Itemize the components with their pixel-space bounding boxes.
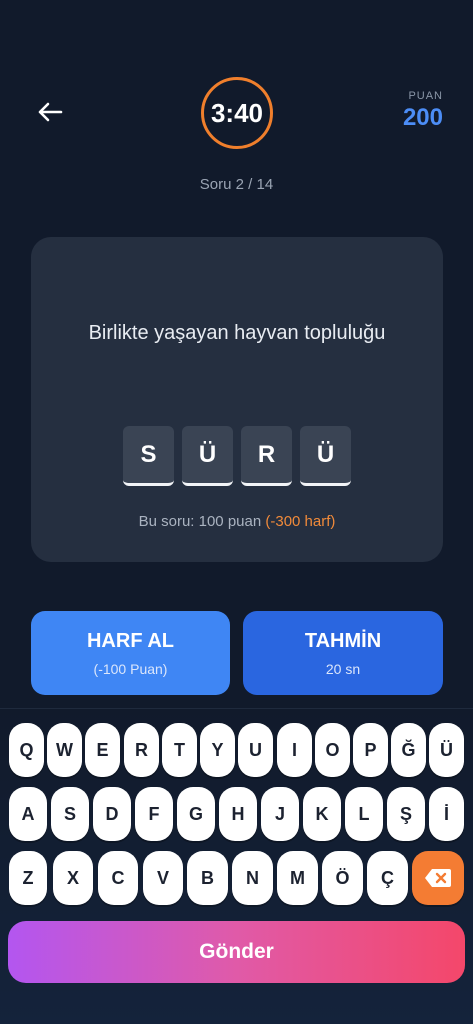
key-x[interactable]: X <box>53 851 93 905</box>
score-value: 200 <box>402 104 443 131</box>
key-t[interactable]: T <box>162 723 197 777</box>
question-card: Birlikte yaşayan hayvan topluluğu S Ü R … <box>31 237 443 562</box>
key-d[interactable]: D <box>93 787 131 841</box>
key-u[interactable]: U <box>238 723 273 777</box>
backspace-key[interactable] <box>412 851 464 905</box>
key-q[interactable]: Q <box>9 723 44 777</box>
key-w[interactable]: W <box>47 723 82 777</box>
penalty-text: (-300 harf) <box>265 513 336 530</box>
points-info: Bu soru: 100 puan (-300 harf) <box>31 513 443 530</box>
guess-time: 20 sn <box>325 661 361 677</box>
key-s[interactable]: S <box>51 787 89 841</box>
key-j[interactable]: J <box>261 787 299 841</box>
key-u-umlaut[interactable]: Ü <box>429 723 464 777</box>
letter-tile: Ü <box>182 426 233 486</box>
key-a[interactable]: A <box>9 787 47 841</box>
key-g-breve[interactable]: Ğ <box>391 723 426 777</box>
letter-tile: R <box>241 426 292 486</box>
points-info-text: Bu soru: 100 puan <box>138 513 266 530</box>
question-text: Birlikte yaşayan hayvan topluluğu <box>88 322 386 344</box>
key-g[interactable]: G <box>177 787 215 841</box>
key-o[interactable]: O <box>315 723 350 777</box>
key-y[interactable]: Y <box>200 723 235 777</box>
key-s-cedilla[interactable]: Ş <box>387 787 425 841</box>
submit-button[interactable]: Gönder <box>8 921 465 983</box>
key-v[interactable]: V <box>143 851 183 905</box>
key-z[interactable]: Z <box>9 851 47 905</box>
question-progress: Soru 2 / 14 <box>199 176 274 193</box>
key-c[interactable]: C <box>98 851 138 905</box>
score-label: PUAN <box>408 90 443 102</box>
key-c-cedilla[interactable]: Ç <box>367 851 408 905</box>
key-m[interactable]: M <box>277 851 318 905</box>
get-letter-title: HARF AL <box>86 630 175 652</box>
key-e[interactable]: E <box>85 723 120 777</box>
key-p[interactable]: P <box>353 723 388 777</box>
get-letter-cost: (-100 Puan) <box>93 661 168 677</box>
key-o-umlaut[interactable]: Ö <box>322 851 363 905</box>
key-r[interactable]: R <box>124 723 159 777</box>
countdown-timer: 3:40 <box>201 77 273 149</box>
score-display: PUAN 200 <box>403 90 443 132</box>
letter-tile: Ü <box>300 426 351 486</box>
guess-title: TAHMİN <box>304 630 382 652</box>
back-button[interactable] <box>30 95 70 129</box>
key-i[interactable]: I <box>277 723 312 777</box>
key-l[interactable]: L <box>345 787 383 841</box>
letter-tile: S <box>123 426 174 486</box>
key-k[interactable]: K <box>303 787 341 841</box>
key-f[interactable]: F <box>135 787 173 841</box>
key-b[interactable]: B <box>187 851 228 905</box>
backspace-icon <box>425 869 451 887</box>
key-h[interactable]: H <box>219 787 257 841</box>
guess-button[interactable]: TAHMİN 20 sn <box>243 611 443 695</box>
get-letter-button[interactable]: HARF AL (-100 Puan) <box>31 611 230 695</box>
key-n[interactable]: N <box>232 851 273 905</box>
answer-tiles: S Ü R Ü <box>31 426 443 486</box>
arrow-left-icon <box>38 102 63 122</box>
key-i-dotted[interactable]: İ <box>429 787 464 841</box>
